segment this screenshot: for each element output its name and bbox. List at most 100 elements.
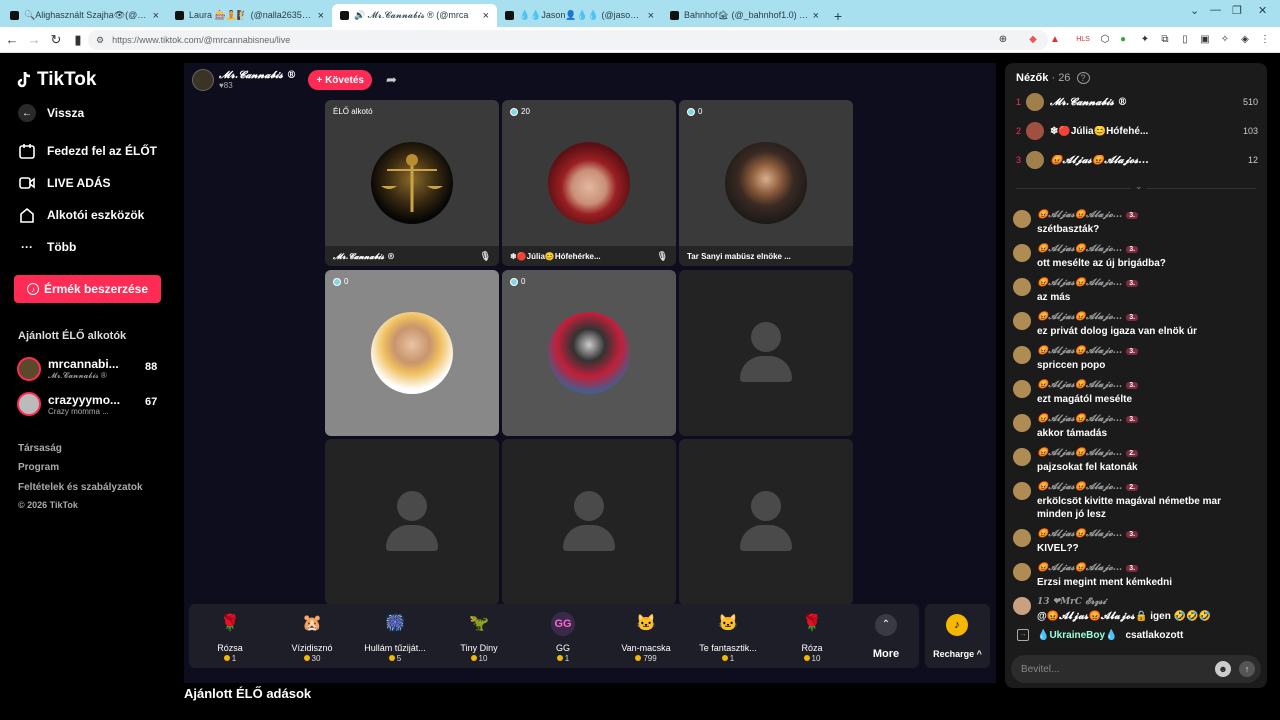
address-bar[interactable]: ⚙ https://www.tiktok.com/@mrcannabisneu/… [88, 30, 1048, 50]
vpn-icon[interactable]: ◈ [1238, 33, 1252, 47]
menu-icon[interactable]: ⋮ [1258, 33, 1272, 47]
close-tab-icon[interactable]: × [813, 10, 819, 22]
nav-item-creator-tools[interactable]: Alkotói eszközök [18, 206, 144, 224]
extension-shield-icon[interactable]: ⬡ [1098, 33, 1112, 47]
join-user[interactable]: 💧UkraineBoy💧 [1037, 630, 1117, 641]
level-badge: 3. [1126, 280, 1139, 287]
nav-item-more[interactable]: ··· Több [18, 238, 76, 256]
minimize-icon[interactable]: — [1210, 4, 1221, 16]
gift-item-gg[interactable]: GG GG 1 [524, 604, 602, 668]
avatar [1026, 93, 1044, 111]
chat-user[interactable]: 😡𝓐𝓵𝓳𝓪𝓼😡𝓐𝓵𝓪𝓳𝓸... 3. [1037, 529, 1139, 539]
host-name[interactable]: 𝓜𝓻.𝓒𝓪𝓷𝓷𝓪𝓫𝓲𝓼 ® [219, 70, 296, 81]
guest-tile[interactable]: 20 ❄🔴Júlia😊Hófehérke... 🎙 [502, 100, 676, 266]
new-tab-button[interactable]: + [827, 4, 849, 27]
gift-item-roza[interactable]: 🌹 Róza 10 [773, 604, 851, 668]
send-icon[interactable]: ↑ [1239, 661, 1255, 677]
chat-user[interactable]: 😡𝓐𝓵𝓳𝓪𝓼😡𝓐𝓵𝓪𝓳𝓸... 3. [1037, 278, 1139, 288]
emoji-icon[interactable]: ☻ [1215, 661, 1231, 677]
chat-user[interactable]: 😡𝓐𝓵𝓳𝓪𝓼😡𝓐𝓵𝓪𝓳𝓸... 3. [1037, 244, 1139, 254]
extension-puzzle-icon[interactable]: ✦ [1138, 33, 1152, 47]
gift-bar: 🌹 Rózsa 1 🐹 Vízidisznó 30 🎆 Hullám tűziját...… [189, 604, 919, 668]
guest-tile[interactable]: 0 [325, 270, 499, 436]
gift-item-tiny-diny[interactable]: 🦖 Tiny Diny 10 [440, 604, 518, 668]
gift-item-cat[interactable]: 🐱 Van-macska 799 [607, 604, 685, 668]
chat-user[interactable]: 😡𝓐𝓵𝓳𝓪𝓼😡𝓐𝓵𝓪𝓳𝓸... 3. [1037, 210, 1139, 220]
avatar [1026, 151, 1044, 169]
copyright: © 2026 TikTok [18, 500, 78, 510]
rewards-icon[interactable]: ▲ [1048, 33, 1062, 47]
bookmark-icon[interactable]: ▮ [68, 32, 88, 48]
close-tab-icon[interactable]: × [483, 10, 489, 22]
chat-user[interactable]: 😡𝓐𝓵𝓳𝓪𝓼😡𝓐𝓵𝓪𝓳𝓸... 2. [1037, 482, 1139, 492]
chat-user[interactable]: 😡𝓐𝓵𝓳𝓪𝓼😡𝓐𝓵𝓪𝓳𝓸... 2. [1037, 448, 1139, 458]
chat-user[interactable]: 😡𝓐𝓵𝓳𝓪𝓼😡𝓐𝓵𝓪𝓳𝓸... 3. [1037, 312, 1139, 322]
back-nav-item[interactable]: ← Vissza [18, 104, 84, 122]
wallet-icon[interactable]: ▣ [1198, 33, 1212, 47]
empty-guest-slot[interactable] [679, 439, 853, 605]
more-gifts-button[interactable]: ⌃ More [867, 604, 917, 668]
tab-search-icon[interactable]: ⌄ [1190, 4, 1199, 17]
chat-user[interactable]: 😡𝓐𝓵𝓳𝓪𝓼😡𝓐𝓵𝓪𝓳𝓸... 3. [1037, 414, 1139, 424]
top-viewer[interactable]: 2 ❄🔴Júlia😊Hófehé... 103 [1016, 122, 1258, 140]
browser-tab[interactable]: Laura 🎰🧘🧗 (@nalla2635) ÉLŐ adá × [167, 4, 332, 27]
footer-link-terms[interactable]: Feltételek és szabályzatok [18, 482, 143, 493]
sidebar-toggle-icon[interactable]: ▯ [1178, 33, 1192, 47]
gift-item-fireworks[interactable]: 🎆 Hullám tűziját... 5 [356, 604, 434, 668]
info-icon[interactable]: ? [1076, 72, 1090, 84]
close-tab-icon[interactable]: × [648, 10, 654, 22]
browser-tab[interactable]: 💧💧Jason👤💧💧 (@jason_samara × [497, 4, 662, 27]
chevron-down-icon[interactable]: ⌄ [1131, 181, 1147, 192]
zoom-icon[interactable]: ⊕ [996, 33, 1010, 47]
tile-caption: ❄🔴Júlia😊Hófehérke... 🎙 [502, 246, 676, 266]
footer-link-program[interactable]: Program [18, 462, 59, 473]
avatar [1013, 346, 1031, 364]
gift-item-fantastic[interactable]: 🐱 Te fantasztik... 1 [689, 604, 767, 668]
buy-coins-button[interactable]: ♪ Érmék beszerzése [14, 275, 161, 303]
maximize-icon[interactable]: ❐ [1232, 4, 1242, 17]
top-viewer[interactable]: 3 😡𝓐𝓵𝓳𝓪𝓼😡𝓐𝓵𝓪𝓳𝓸𝓼... 12 [1016, 151, 1258, 169]
back-icon[interactable]: ← [2, 32, 22, 47]
gift-item-capybara[interactable]: 🐹 Vízidisznó 30 [273, 604, 351, 668]
chat-user[interactable]: 😡𝓐𝓵𝓳𝓪𝓼😡𝓐𝓵𝓪𝓳𝓸... 3. [1037, 380, 1139, 390]
tile-caption: 𝓜𝓻.𝓒𝓪𝓷𝓷𝓪𝓫𝓲𝓼 ® 🎙 [325, 246, 499, 266]
chat-user[interactable]: 13 ❤MrC 𝓔𝓻𝔃𝓼𝓲 [1037, 597, 1106, 607]
site-info-icon[interactable]: ⚙ [96, 35, 104, 46]
reload-icon[interactable]: ↻ [46, 32, 66, 48]
viewer-score: 103 [1242, 126, 1258, 136]
extension-color-icon[interactable]: ● [1116, 33, 1130, 47]
browser-tab[interactable]: 🔍Alighasznált Szajha👁(@feherfa × [2, 4, 167, 27]
chat-user[interactable]: 😡𝓐𝓵𝓳𝓪𝓼😡𝓐𝓵𝓪𝓳𝓸... 3. [1037, 346, 1139, 356]
brave-shield-icon[interactable]: ◆ [1026, 33, 1040, 47]
recharge-button[interactable]: ♪ Recharge ^ [925, 604, 990, 668]
footer-link-company[interactable]: Társaság [18, 443, 62, 454]
browser-tab-active[interactable]: 🔊 𝓜𝓻.𝓒𝓪𝓷𝓷𝓪𝓫𝓲𝓼 ® (@mrca × [332, 4, 497, 27]
gift-item-rose[interactable]: 🌹 Rózsa 1 [191, 604, 269, 668]
extensions-icon[interactable]: ⧉ [1158, 33, 1172, 47]
close-window-icon[interactable]: ✕ [1258, 4, 1267, 17]
hls-extension-icon[interactable]: HLS [1076, 33, 1090, 47]
tiktok-logo[interactable]: TikTok [17, 69, 96, 91]
guest-tile[interactable]: 0 Tar Sanyi mabüsz elnöke ... [679, 100, 853, 266]
forward-icon[interactable]: → [24, 32, 44, 47]
guest-tile-host[interactable]: ÉLŐ alkotó 𝓜𝓻.𝓒𝓪𝓷𝓷𝓪𝓫𝓲𝓼 ® 🎙 [325, 100, 499, 266]
ai-icon[interactable]: ✧ [1218, 33, 1232, 47]
share-icon[interactable]: ➦ [386, 72, 397, 88]
empty-guest-slot[interactable] [679, 270, 853, 436]
top-viewer[interactable]: 1 𝓜𝓻.𝓒𝓪𝓷𝓷𝓪𝓫𝓲𝓼 ® 510 [1016, 93, 1258, 111]
host-avatar[interactable] [192, 69, 214, 91]
chat-user[interactable]: 😡𝓐𝓵𝓳𝓪𝓼😡𝓐𝓵𝓪𝓳𝓸... 3. [1037, 563, 1139, 573]
recommended-creator[interactable]: crazyyymo... Crazy momma ... 67 [17, 392, 157, 416]
follow-button[interactable]: + Követés [308, 70, 372, 90]
recommended-creator[interactable]: mrcannabi... 𝓜𝓻.𝓒𝓪𝓷𝓷𝓪𝓫𝓲𝓼 ® 88 [17, 357, 157, 381]
nav-item-explore-live[interactable]: Fedezd fel az ÉLŐT [18, 142, 157, 160]
nav-item-live[interactable]: LIVE ADÁS [18, 174, 111, 192]
chat-input[interactable]: Bevitel... ☻ ↑ [1011, 655, 1261, 683]
empty-guest-slot[interactable] [325, 439, 499, 605]
guest-tile[interactable]: 0 [502, 270, 676, 436]
close-tab-icon[interactable]: × [318, 10, 324, 22]
close-tab-icon[interactable]: × [153, 10, 159, 22]
empty-guest-slot[interactable] [502, 439, 676, 605]
browser-tab[interactable]: Bahnhof🏚 (@_bahnhof1.0) ÉLŐ adá × [662, 4, 827, 27]
empty-user-icon [563, 491, 615, 551]
